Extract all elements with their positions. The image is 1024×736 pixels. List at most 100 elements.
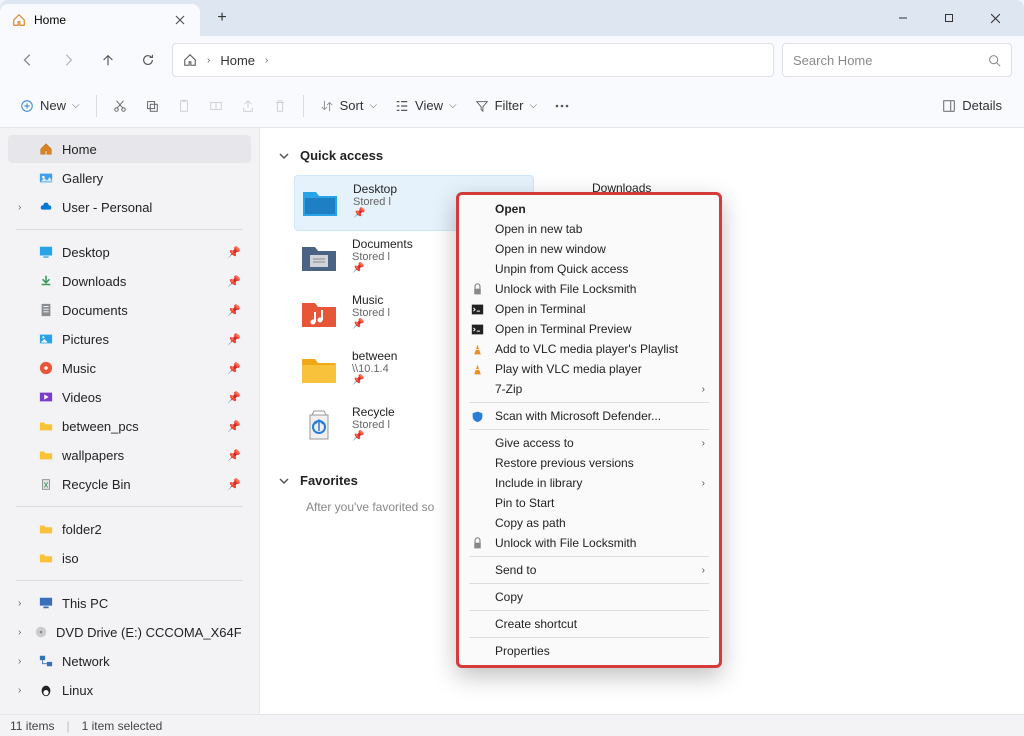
folder-icon — [298, 237, 340, 279]
menu-item[interactable]: Properties — [459, 641, 719, 661]
sidebar-item-wallpapers[interactable]: wallpapers 📌 — [8, 441, 251, 469]
blank-icon — [469, 435, 485, 451]
chevron-right-icon[interactable]: › — [18, 656, 30, 667]
blank-icon — [469, 495, 485, 511]
navigation-pane[interactable]: Home Gallery › User - Personal Desktop 📌… — [0, 128, 260, 714]
menu-item[interactable]: Scan with Microsoft Defender... — [459, 406, 719, 426]
menu-item[interactable]: Open in Terminal Preview — [459, 319, 719, 339]
command-bar: New ⌵ Sort ⌵ View ⌵ Filter ⌵ Details — [0, 84, 1024, 128]
menu-item[interactable]: Open in new tab — [459, 219, 719, 239]
tab-home[interactable]: Home — [0, 4, 200, 36]
vlc-icon — [469, 361, 485, 377]
pin-icon: 📌 — [227, 246, 241, 259]
sidebar-item-folder2[interactable]: folder2 — [8, 515, 251, 543]
menu-item[interactable]: Play with VLC media player — [459, 359, 719, 379]
refresh-button[interactable] — [132, 44, 164, 76]
chevron-down-icon — [278, 150, 290, 162]
sidebar-item-pictures[interactable]: Pictures 📌 — [8, 325, 251, 353]
copy-button[interactable] — [137, 90, 167, 122]
blank-icon — [469, 221, 485, 237]
context-menu[interactable]: Open Open in new tab Open in new window … — [456, 192, 722, 668]
new-tab-button[interactable]: + — [208, 4, 236, 32]
delete-button[interactable] — [265, 90, 295, 122]
filter-button[interactable]: Filter ⌵ — [467, 90, 545, 122]
sidebar-item-linux[interactable]: › Linux — [8, 676, 251, 704]
item-sub: \\10.1.4 — [352, 363, 397, 375]
menu-item[interactable]: Unpin from Quick access — [459, 259, 719, 279]
sidebar-item-dvd[interactable]: › DVD Drive (E:) CCCOMA_X64FRE_EN-US_DV — [8, 618, 251, 646]
menu-item[interactable]: Send to › — [459, 560, 719, 580]
up-button[interactable] — [92, 44, 124, 76]
view-button[interactable]: View ⌵ — [387, 90, 465, 122]
sidebar-item-music[interactable]: Music 📌 — [8, 354, 251, 382]
terminal-icon — [469, 321, 485, 337]
sidebar-item-iso[interactable]: iso — [8, 544, 251, 572]
chevron-right-icon[interactable]: › — [18, 627, 26, 638]
network-icon — [38, 653, 54, 669]
menu-item[interactable]: Open — [459, 199, 719, 219]
menu-item[interactable]: Unlock with File Locksmith — [459, 533, 719, 553]
tab-close-button[interactable] — [172, 12, 188, 28]
close-window-button[interactable] — [974, 4, 1016, 32]
search-input[interactable]: Search Home — [782, 43, 1012, 77]
blank-icon — [469, 241, 485, 257]
submenu-arrow-icon: › — [702, 478, 705, 489]
menu-item[interactable]: Copy — [459, 587, 719, 607]
chevron-down-icon: ⌵ — [369, 100, 377, 111]
menu-item-label: Include in library — [495, 476, 582, 490]
share-button[interactable] — [233, 90, 263, 122]
menu-item[interactable]: 7-Zip › — [459, 379, 719, 399]
maximize-button[interactable] — [928, 4, 970, 32]
sidebar-item-between-pcs[interactable]: between_pcs 📌 — [8, 412, 251, 440]
section-quick-access[interactable]: Quick access — [278, 148, 1006, 163]
back-button[interactable] — [12, 44, 44, 76]
menu-item-label: Play with VLC media player — [495, 362, 642, 376]
address-bar[interactable]: › Home › — [172, 43, 774, 77]
status-item-count: 11 items — [10, 719, 54, 733]
menu-item[interactable]: Pin to Start — [459, 493, 719, 513]
menu-item[interactable]: Give access to › — [459, 433, 719, 453]
desktop-icon — [38, 244, 54, 260]
gallery-icon — [38, 170, 54, 186]
sidebar-item-recycle[interactable]: Recycle Bin 📌 — [8, 470, 251, 498]
menu-item[interactable]: Add to VLC media player's Playlist — [459, 339, 719, 359]
sidebar-item-videos[interactable]: Videos 📌 — [8, 383, 251, 411]
sidebar-item-downloads[interactable]: Downloads 📌 — [8, 267, 251, 295]
menu-item-label: Send to — [495, 563, 536, 577]
forward-button[interactable] — [52, 44, 84, 76]
breadcrumb-home[interactable]: Home — [220, 53, 255, 68]
cut-button[interactable] — [105, 90, 135, 122]
sidebar-item-documents[interactable]: Documents 📌 — [8, 296, 251, 324]
more-button[interactable] — [547, 90, 577, 122]
sort-button[interactable]: Sort ⌵ — [312, 90, 385, 122]
new-button[interactable]: New ⌵ — [12, 90, 88, 122]
menu-item[interactable]: Open in Terminal — [459, 299, 719, 319]
tab-title: Home — [34, 13, 66, 27]
chevron-right-icon[interactable]: › — [18, 202, 30, 213]
sidebar-item-thispc[interactable]: › This PC — [8, 589, 251, 617]
menu-item[interactable]: Restore previous versions — [459, 453, 719, 473]
sidebar-item-user[interactable]: › User - Personal — [8, 193, 251, 221]
chevron-right-icon[interactable]: › — [18, 598, 30, 609]
menu-item-label: 7-Zip — [495, 382, 522, 396]
item-sub: Stored l — [353, 196, 397, 208]
sidebar-item-desktop[interactable]: Desktop 📌 — [8, 238, 251, 266]
menu-item[interactable]: Open in new window — [459, 239, 719, 259]
menu-item[interactable]: Unlock with File Locksmith — [459, 279, 719, 299]
menu-item[interactable]: Create shortcut — [459, 614, 719, 634]
chevron-right-icon[interactable]: › — [18, 685, 30, 696]
sidebar-item-home[interactable]: Home — [8, 135, 251, 163]
menu-item[interactable]: Include in library › — [459, 473, 719, 493]
rename-button[interactable] — [201, 90, 231, 122]
sidebar-item-gallery[interactable]: Gallery — [8, 164, 251, 192]
menu-item-label: Pin to Start — [495, 496, 554, 510]
details-button[interactable]: Details — [932, 98, 1012, 113]
blank-icon — [469, 562, 485, 578]
menu-item-label: Create shortcut — [495, 617, 577, 631]
menu-item[interactable]: Copy as path — [459, 513, 719, 533]
paste-button[interactable] — [169, 90, 199, 122]
minimize-button[interactable] — [882, 4, 924, 32]
item-name: Music — [352, 293, 390, 307]
sidebar-item-network[interactable]: › Network — [8, 647, 251, 675]
folder-icon — [298, 293, 340, 335]
